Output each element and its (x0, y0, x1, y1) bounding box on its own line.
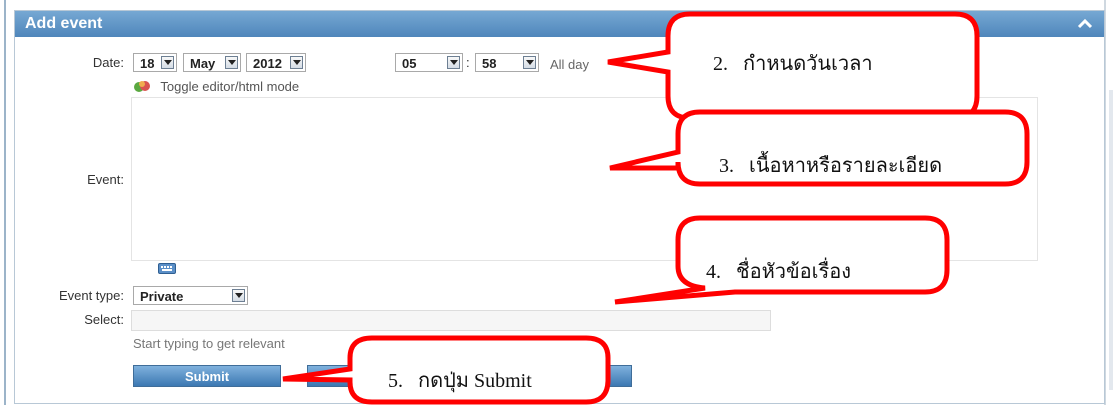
panel-header: Add event (15, 11, 1104, 37)
callout-5-label: กดปุ่ม Submit (418, 370, 532, 392)
select-input[interactable] (131, 310, 771, 331)
month-value: May (190, 56, 216, 71)
dropdown-arrow-icon[interactable] (523, 56, 536, 69)
callout-4-number: 4. (706, 261, 721, 283)
left-border (4, 0, 6, 405)
callout-2-number: 2. (713, 53, 728, 75)
day-select[interactable]: 18 (133, 53, 177, 72)
minute-select[interactable]: 58 (475, 53, 539, 72)
year-select[interactable]: 2012 (246, 53, 306, 72)
callout-2-text: 2. กำหนดวันเวลา (713, 47, 873, 79)
hour-select[interactable]: 05 (395, 53, 463, 72)
minute-value: 58 (482, 56, 497, 71)
time-separator: : (466, 55, 470, 70)
toggle-editor-label: Toggle editor/html mode (160, 79, 300, 94)
year-value: 2012 (253, 56, 282, 71)
toggle-editor-icon (134, 81, 150, 92)
callout-2-label: กำหนดวันเวลา (743, 53, 873, 75)
callout-5-number: 5. (388, 370, 403, 392)
hour-value: 05 (402, 56, 417, 71)
date-label: Date: (92, 55, 124, 70)
dropdown-arrow-icon[interactable] (225, 56, 238, 69)
select-hint: Start typing to get relevant (133, 336, 285, 351)
all-day-label[interactable]: All day (550, 57, 589, 72)
callout-4-text: 4. ชื่อหัวข้อเรื่อง (706, 255, 851, 287)
callout-3-number: 3. (719, 155, 734, 177)
dropdown-arrow-icon[interactable] (447, 56, 460, 69)
scroll-edge (1109, 90, 1113, 390)
event-type-label: Event type: (58, 288, 124, 303)
select-label: Select: (84, 312, 124, 327)
dropdown-arrow-icon[interactable] (161, 56, 174, 69)
callout-5-text: 5. กดปุ่ม Submit (388, 364, 532, 396)
month-select[interactable]: May (183, 53, 241, 72)
submit-button[interactable]: Submit (133, 365, 281, 387)
callout-3-text: 3. เนื้อหาหรือรายละเอียด (719, 149, 942, 181)
day-value: 18 (140, 56, 155, 71)
callout-3-label: เนื้อหาหรือรายละเอียด (749, 155, 943, 177)
event-label: Event: (87, 172, 124, 187)
keyboard-icon[interactable] (158, 263, 176, 274)
panel-title: Add event (25, 15, 103, 32)
event-type-select[interactable]: Private (133, 286, 248, 305)
callout-4-label: ชื่อหัวข้อเรื่อง (736, 261, 852, 283)
dropdown-arrow-icon[interactable] (290, 56, 303, 69)
dropdown-arrow-icon[interactable] (232, 289, 245, 302)
event-type-value: Private (140, 289, 184, 304)
collapse-up-icon[interactable] (1076, 15, 1094, 33)
toggle-editor-link[interactable]: Toggle editor/html mode (133, 79, 299, 94)
